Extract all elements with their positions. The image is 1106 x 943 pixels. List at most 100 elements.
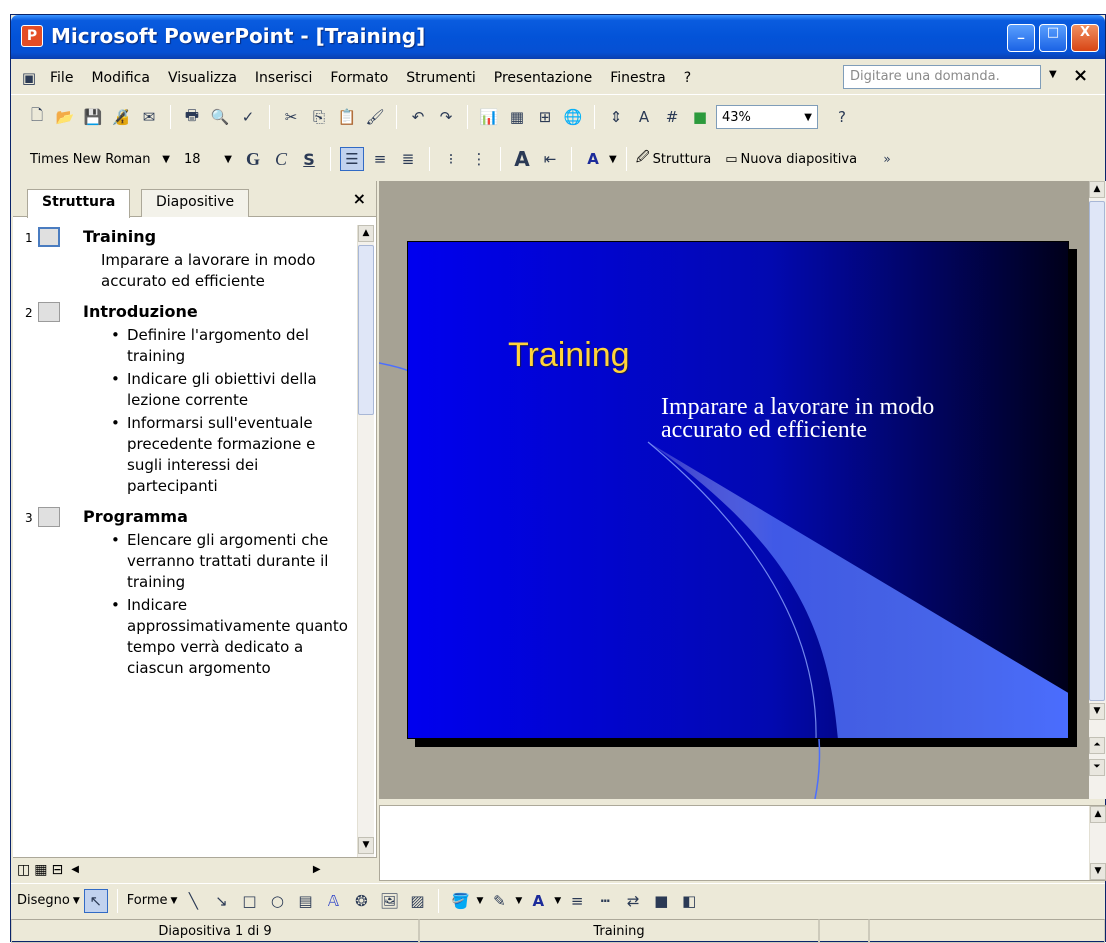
scroll-down-icon[interactable]: ▼ <box>358 837 374 854</box>
align-right-icon[interactable]: ≣ <box>396 147 420 171</box>
font-color-icon[interactable]: A <box>526 889 550 913</box>
slide-icon[interactable] <box>38 507 60 527</box>
slide-body-text[interactable]: Imparare a lavorare in modo accurato ed … <box>101 246 351 292</box>
slide-icon[interactable] <box>38 227 60 247</box>
chevron-down-icon[interactable]: ▼ <box>515 896 522 906</box>
paste-icon[interactable]: 📋 <box>335 105 359 129</box>
scroll-up-icon[interactable]: ▲ <box>1090 806 1106 823</box>
draw-menu-button[interactable]: Disegno ▼ <box>17 893 80 908</box>
clipart-icon[interactable]: 🖼 <box>377 889 401 913</box>
title-bar[interactable]: P Microsoft PowerPoint - [Training] _ □ … <box>11 15 1105 59</box>
menu-file[interactable]: File <box>41 70 82 86</box>
maximize-button[interactable]: □ <box>1039 24 1067 52</box>
spelling-icon[interactable]: ✓ <box>236 105 260 129</box>
menu-help[interactable]: ? <box>675 70 700 86</box>
rectangle-icon[interactable]: □ <box>237 889 261 913</box>
normal-view-icon[interactable]: ◫ <box>17 862 30 878</box>
expand-all-icon[interactable]: ⇕ <box>604 105 628 129</box>
tab-struttura[interactable]: Struttura <box>27 189 131 218</box>
new-icon[interactable]: 🗋 <box>25 105 49 129</box>
menu-finestra[interactable]: Finestra <box>601 70 675 86</box>
tab-diapositive[interactable]: Diapositive <box>141 189 250 217</box>
color-grayscale-icon[interactable]: ■ <box>688 105 712 129</box>
outline-slide-1[interactable]: 1 Training Imparare a lavorare in modo a… <box>25 225 351 292</box>
menu-strumenti[interactable]: Strumenti <box>397 70 485 86</box>
help-icon[interactable]: ? <box>830 105 854 129</box>
scroll-down-icon[interactable]: ▼ <box>1089 703 1105 720</box>
help-search-input[interactable]: Digitare una domanda. <box>843 65 1041 89</box>
scroll-thumb[interactable] <box>1089 201 1105 701</box>
table-icon[interactable]: ▦ <box>505 105 529 129</box>
scroll-up-icon[interactable]: ▲ <box>1089 181 1105 198</box>
chevron-down-icon[interactable]: ▼ <box>476 896 483 906</box>
chevron-down-icon[interactable]: ▼ <box>554 896 561 906</box>
outline-scrollbar[interactable]: ▲ ▼ <box>357 225 374 857</box>
scroll-up-icon[interactable]: ▲ <box>358 225 374 242</box>
toolbar-options-icon[interactable]: » <box>875 147 899 171</box>
menu-modifica[interactable]: Modifica <box>82 70 159 86</box>
menu-inserisci[interactable]: Inserisci <box>246 70 321 86</box>
slide-title-text[interactable]: Training <box>508 336 630 375</box>
slide-sorter-icon[interactable]: ▦ <box>34 862 47 878</box>
format-painter-icon[interactable]: 🖌 <box>363 105 387 129</box>
help-dropdown-icon[interactable]: ▼ <box>1049 69 1057 80</box>
fill-color-icon[interactable]: 🪣 <box>448 889 472 913</box>
align-center-icon[interactable]: ≡ <box>368 147 392 171</box>
menu-presentazione[interactable]: Presentazione <box>485 70 601 86</box>
line-icon[interactable]: ╲ <box>181 889 205 913</box>
font-size-select[interactable]: 18 ▼ <box>179 147 237 171</box>
slide-subtitle-text[interactable]: Imparare a lavorare in modo accurato ed … <box>661 395 961 442</box>
underline-button[interactable]: S <box>297 147 321 171</box>
redo-icon[interactable]: ↷ <box>434 105 458 129</box>
outline-content[interactable]: 1 Training Imparare a lavorare in modo a… <box>13 225 351 857</box>
3d-style-icon[interactable]: ◧ <box>677 889 701 913</box>
scroll-left-icon[interactable]: ◀ <box>71 864 79 875</box>
select-objects-icon[interactable]: ↖ <box>83 888 108 913</box>
align-left-icon[interactable]: ☰ <box>340 147 364 171</box>
scroll-thumb[interactable] <box>358 245 374 415</box>
show-formatting-icon[interactable]: A <box>632 105 656 129</box>
print-icon[interactable]: 🖶 <box>180 105 204 129</box>
new-slide-button[interactable]: ▭ Nuova diapositiva <box>725 152 857 167</box>
hyperlink-icon[interactable]: 🌐 <box>561 105 585 129</box>
pane-close-button[interactable]: × <box>353 189 366 208</box>
next-slide-icon[interactable]: ⏷ <box>1089 759 1105 776</box>
close-document-button[interactable]: × <box>1073 65 1088 86</box>
font-color-icon[interactable]: A <box>581 147 605 171</box>
wordart-icon[interactable]: 𝔸 <box>321 889 345 913</box>
previous-slide-icon[interactable]: ⏶ <box>1089 737 1105 754</box>
bullet-item[interactable]: Definire l'argomento del training <box>111 325 351 367</box>
powerpoint-icon[interactable]: P <box>21 25 43 47</box>
zoom-select[interactable]: 43% ▼ <box>716 105 818 129</box>
bullet-item[interactable]: Indicare gli obiettivi della lezione cor… <box>111 369 351 411</box>
bold-button[interactable]: G <box>241 147 265 171</box>
numbering-icon[interactable]: ⁝ <box>439 147 463 171</box>
increase-font-icon[interactable]: A <box>510 147 534 171</box>
arrow-style-icon[interactable]: ⇄ <box>621 889 645 913</box>
slide-title[interactable]: Programma <box>83 505 351 526</box>
document-icon[interactable]: ▣ <box>17 66 41 90</box>
close-button[interactable]: X <box>1071 24 1099 52</box>
chart-icon[interactable]: 📊 <box>477 105 501 129</box>
save-icon[interactable]: 💾 <box>81 105 105 129</box>
picture-icon[interactable]: ▨ <box>405 889 429 913</box>
notes-pane[interactable]: ▲ ▼ <box>379 805 1106 881</box>
tables-borders-icon[interactable]: ⊞ <box>533 105 557 129</box>
outline-slide-2[interactable]: 2 Introduzione Definire l'argomento del … <box>25 300 351 497</box>
design-button[interactable]: 🖉 Struttura <box>636 148 712 170</box>
bullet-item[interactable]: Indicare approssimativamente quanto temp… <box>111 595 351 679</box>
oval-icon[interactable]: ○ <box>265 889 289 913</box>
slide-title[interactable]: Introduzione <box>83 300 351 321</box>
slide-scrollbar[interactable]: ▲ ▼ ⏶ ⏷ <box>1089 181 1106 799</box>
open-icon[interactable]: 📂 <box>53 105 77 129</box>
bullets-icon[interactable]: ⋮ <box>467 147 491 171</box>
scroll-right-icon[interactable]: ▶ <box>313 864 321 875</box>
grid-icon[interactable]: # <box>660 105 684 129</box>
line-style-icon[interactable]: ≡ <box>565 889 589 913</box>
bullet-item[interactable]: Elencare gli argomenti che verranno trat… <box>111 530 351 593</box>
line-color-icon[interactable]: ✎ <box>487 889 511 913</box>
textbox-icon[interactable]: ▤ <box>293 889 317 913</box>
slide-icon[interactable] <box>38 302 60 322</box>
notes-scrollbar[interactable]: ▲ ▼ <box>1089 806 1106 880</box>
shadow-style-icon[interactable]: ■ <box>649 889 673 913</box>
